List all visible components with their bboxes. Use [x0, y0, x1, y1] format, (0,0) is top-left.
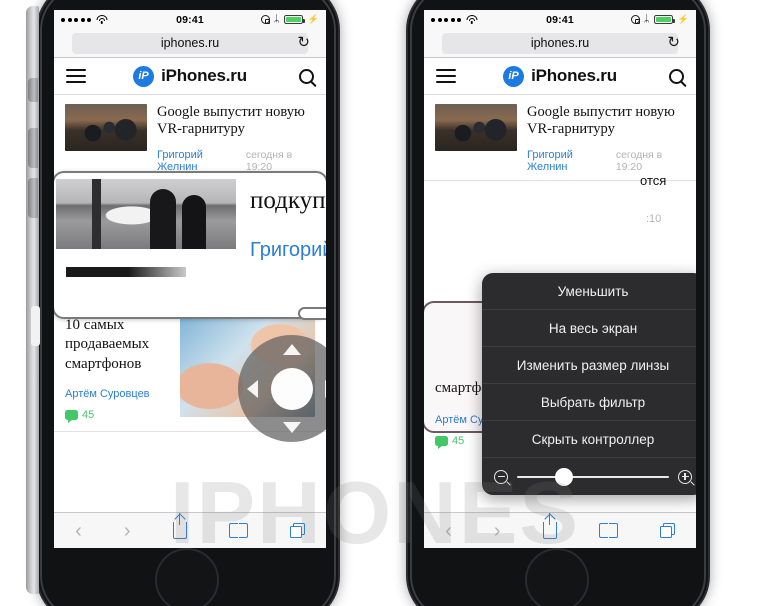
tabs-icon[interactable]: [659, 523, 675, 538]
article-row[interactable]: Google выпустит новую VR-гарнитуру Григо…: [54, 95, 326, 182]
zoom-level-slider[interactable]: [517, 467, 669, 486]
battery-icon: [283, 15, 305, 24]
status-bar: 09:41 ᛦ ⚡: [54, 10, 326, 29]
volume-up-button[interactable]: [28, 128, 38, 168]
article-thumbnail: [435, 104, 517, 151]
joystick-knob[interactable]: [270, 367, 313, 410]
article-author[interactable]: Григорий Желнин: [157, 149, 239, 173]
site-header: iP iPhones.ru: [424, 58, 696, 95]
menu-item-choose-filter[interactable]: Выбрать фильтр: [482, 384, 696, 421]
site-logo-icon: iP: [133, 65, 155, 87]
mute-switch-button[interactable]: [28, 78, 38, 102]
safari-url-bar: iphones.ru ↻: [54, 29, 326, 58]
article-author[interactable]: Григорий Желнин: [527, 149, 609, 173]
status-bar: 09:41 ᛦ ⚡: [424, 10, 696, 29]
news-feed: Google выпустит новую VR-гарнитуру Григо…: [54, 95, 326, 523]
article-thumbnail: [65, 104, 147, 151]
magnified-title-text: подкупит: [250, 187, 326, 214]
site-title: iPhones.ru: [161, 66, 247, 85]
search-icon[interactable]: [669, 68, 684, 84]
magnified-photo: [56, 179, 236, 249]
article-row[interactable]: Google выпустит новую VR-гарнитуру Григо…: [424, 95, 696, 182]
safari-url-bar: iphones.ru ↻: [424, 29, 696, 58]
magnified-author-text: Григорий Ж: [250, 239, 326, 261]
antenna-band: [31, 306, 40, 346]
arrow-right-icon[interactable]: [325, 379, 326, 398]
rotation-lock-icon: [260, 15, 270, 24]
safari-toolbar: ‹ ›: [424, 512, 696, 548]
site-title: iPhones.ru: [531, 66, 617, 85]
bookmarks-icon[interactable]: [598, 523, 618, 538]
iphone-left: 09:41 ᛦ ⚡ iphones.ru ↻ iP iPhones.ru Goo…: [22, 0, 352, 606]
article-comment-count: 45: [452, 435, 465, 448]
forward-chevron-icon[interactable]: ›: [124, 521, 131, 541]
magnified-image-strip: [66, 267, 186, 277]
rotation-lock-icon: [630, 15, 640, 24]
zoom-lens-content: подкупит Григорий Ж: [54, 173, 326, 317]
comment-bubble-icon: [65, 409, 78, 423]
menu-item-resize-lens[interactable]: Изменить размер линзы: [482, 347, 696, 384]
volume-down-button[interactable]: [28, 178, 38, 218]
screenshot-stage: 09:41 ᛦ ⚡ iphones.ru ↻ iP iPhones.ru Goo…: [0, 0, 760, 606]
article-title: Google выпустит новую VR-гарнитуру: [527, 104, 675, 138]
home-button[interactable]: [155, 548, 219, 606]
site-brand: iP iPhones.ru: [424, 65, 696, 87]
site-header: iP iPhones.ru: [54, 58, 326, 95]
comment-bubble-icon: [435, 436, 448, 450]
comment-count-group: 45: [65, 408, 170, 423]
url-input[interactable]: iphones.ru: [72, 32, 308, 54]
back-chevron-icon[interactable]: ‹: [445, 521, 452, 541]
menu-item-zoom-out[interactable]: Уменьшить: [482, 273, 696, 310]
phone-screen-left: 09:41 ᛦ ⚡ iphones.ru ↻ iP iPhones.ru Goo…: [54, 10, 326, 548]
phone-side-rail: [26, 6, 40, 594]
article-title: 10 самых продаваемых смартфонов: [65, 317, 150, 372]
search-icon[interactable]: [299, 68, 314, 84]
phone-screen-right: 09:41 ᛦ ⚡ iphones.ru ↻ iP iPhones.ru Goo…: [424, 10, 696, 548]
zoom-lens[interactable]: подкупит Григорий Ж: [54, 171, 326, 319]
zoom-in-magnifier-icon[interactable]: [678, 469, 692, 484]
lens-resize-handle[interactable]: [298, 307, 326, 320]
home-button[interactable]: [525, 548, 589, 606]
arrow-down-icon[interactable]: [282, 422, 301, 433]
safari-toolbar: ‹ ›: [54, 512, 326, 548]
share-icon[interactable]: [542, 513, 557, 539]
arrow-left-icon[interactable]: [247, 379, 258, 398]
site-logo-icon: iP: [503, 65, 525, 87]
zoom-action-menu: Уменьшить На весь экран Изменить размер …: [482, 273, 696, 495]
feed-text-fragment: отся: [640, 173, 667, 188]
article-title: Google выпустит новую VR-гарнитуру: [157, 104, 305, 138]
arrow-up-icon[interactable]: [282, 344, 301, 355]
article-comment-count: 45: [82, 408, 95, 421]
feed-text-fragment: :10: [646, 213, 662, 225]
hamburger-menu-icon[interactable]: [66, 65, 86, 86]
article-author[interactable]: Артём Суровцев: [65, 388, 150, 400]
zoom-level-slider-row: [482, 458, 696, 495]
article-timestamp: сегодня в 19:20: [245, 149, 293, 174]
bookmarks-icon[interactable]: [228, 523, 248, 538]
zoom-level-slider-knob[interactable]: [555, 467, 574, 486]
site-brand: iP iPhones.ru: [54, 65, 326, 87]
news-feed: Google выпустит новую VR-гарнитуру Григо…: [424, 95, 696, 523]
back-chevron-icon[interactable]: ‹: [75, 521, 82, 541]
reload-icon[interactable]: ↻: [297, 35, 310, 51]
url-input[interactable]: iphones.ru: [442, 32, 678, 54]
article-timestamp: сегодня в 19:20: [615, 149, 663, 174]
reload-icon[interactable]: ↻: [667, 35, 680, 51]
forward-chevron-icon[interactable]: ›: [494, 521, 501, 541]
iphone-right: 09:41 ᛦ ⚡ iphones.ru ↻ iP iPhones.ru Goo…: [392, 0, 722, 606]
menu-item-full-screen[interactable]: На весь экран: [482, 310, 696, 347]
menu-item-hide-controller[interactable]: Скрыть контроллер: [482, 421, 696, 458]
tabs-icon[interactable]: [289, 523, 305, 538]
battery-icon: [653, 15, 675, 24]
hamburger-menu-icon[interactable]: [436, 65, 456, 86]
zoom-out-magnifier-icon[interactable]: [494, 469, 508, 484]
share-icon[interactable]: [172, 513, 187, 539]
